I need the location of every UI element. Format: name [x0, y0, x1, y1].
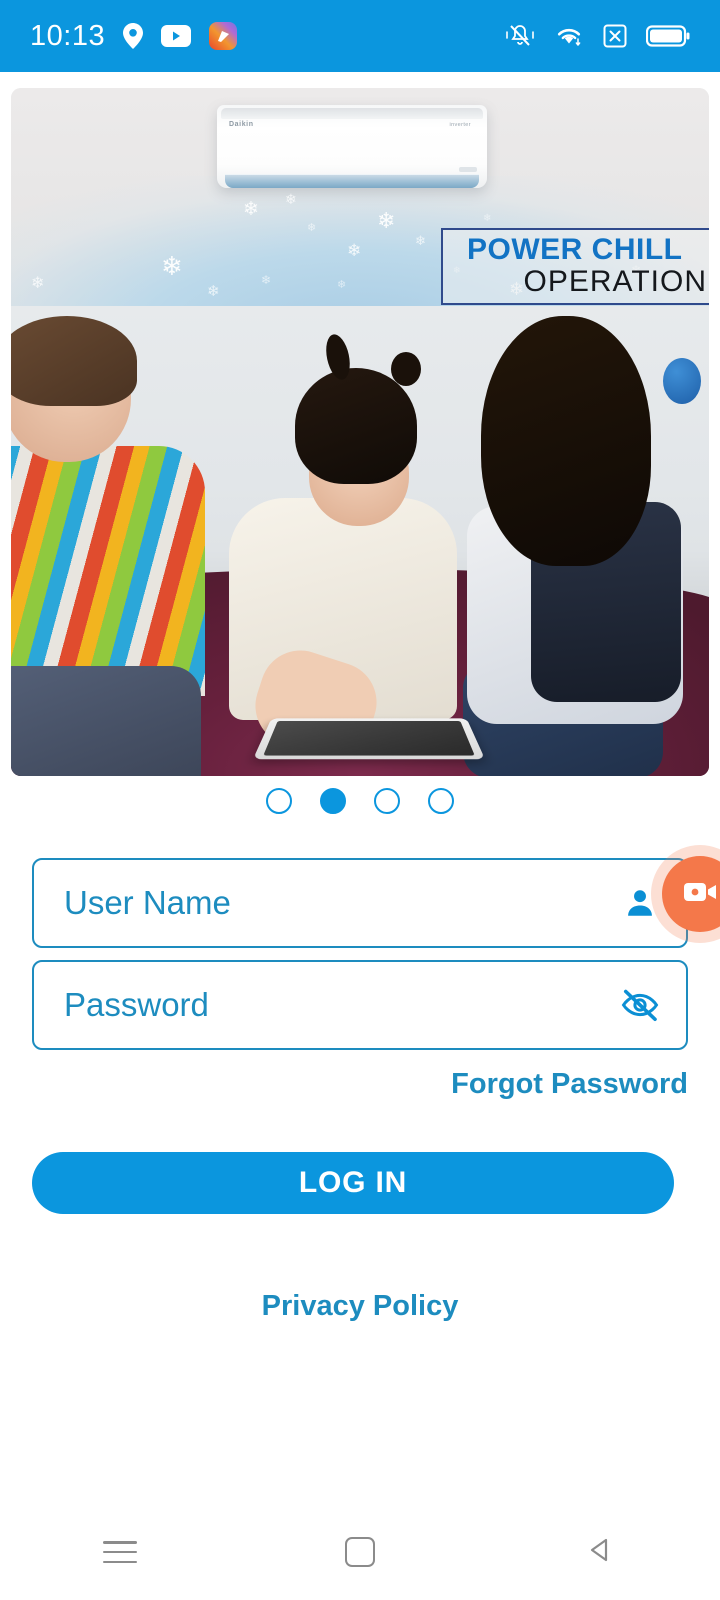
carousel-dot-4[interactable] — [428, 788, 454, 814]
snowflake-icon: ❄ — [377, 208, 396, 233]
login-screen: 10:13 Daikin inverter ❄ ❄ ❄ ❄ ❄ ❄ ❄ ❄ ❄ … — [0, 0, 720, 1600]
vibrate-bell-icon — [505, 23, 535, 49]
power-chill-subline: OPERATION — [523, 265, 707, 299]
android-navigation-bar — [0, 1504, 720, 1600]
battery-icon — [646, 24, 690, 48]
power-chill-callout: POWER CHILL OPERATION — [441, 228, 709, 305]
snowflake-icon: ❄ — [31, 275, 45, 292]
carousel-dot-3[interactable] — [374, 788, 400, 814]
snowflake-icon: ❄ — [307, 222, 317, 234]
location-pin-icon — [123, 23, 144, 49]
snowflake-icon: ❄ — [243, 199, 259, 220]
status-bar: 10:13 — [0, 0, 720, 72]
ac-display-panel — [459, 167, 477, 172]
air-conditioner-unit-image: Daikin inverter — [217, 105, 487, 188]
snowflake-icon: ❄ — [161, 251, 183, 281]
youtube-icon — [161, 25, 192, 47]
back-icon — [584, 1534, 616, 1571]
snowflake-icon: ❄ — [483, 213, 492, 224]
person-icon — [618, 886, 662, 920]
snowflake-icon: ❄ — [415, 233, 426, 248]
tablet-screen — [263, 720, 475, 756]
back-button[interactable] — [480, 1534, 720, 1571]
video-record-icon — [683, 880, 717, 909]
snowflake-icon: ❄ — [337, 279, 347, 291]
snowflake-icon: ❄ — [285, 191, 297, 207]
home-icon — [345, 1537, 375, 1567]
wifi-icon — [554, 24, 584, 48]
inverter-label: inverter — [449, 122, 471, 128]
ac-air-vent — [225, 174, 479, 188]
recents-button[interactable] — [0, 1541, 240, 1563]
child-left-pants — [11, 666, 201, 776]
children-with-tablet-photo — [11, 306, 709, 776]
power-chill-headline: POWER CHILL — [467, 233, 683, 266]
promo-banner-carousel-slide[interactable]: Daikin inverter ❄ ❄ ❄ ❄ ❄ ❄ ❄ ❄ ❄ ❄ ❄ ❄ … — [11, 88, 709, 776]
password-field-wrapper[interactable] — [32, 960, 688, 1050]
eye-off-icon[interactable] — [618, 987, 662, 1023]
recents-icon — [103, 1541, 137, 1563]
no-sim-icon — [603, 24, 627, 48]
carousel-dots — [0, 788, 720, 814]
username-field-wrapper[interactable] — [32, 858, 688, 948]
status-bar-right — [505, 23, 690, 49]
forgot-password-link[interactable]: Forgot Password — [0, 1068, 688, 1101]
tablet-device — [252, 718, 486, 760]
daikin-brand-logo: Daikin — [229, 121, 254, 128]
login-button[interactable]: LOG IN — [32, 1152, 674, 1214]
username-input[interactable] — [64, 884, 618, 922]
snowflake-icon: ❄ — [347, 241, 362, 260]
privacy-policy-link[interactable]: Privacy Policy — [0, 1290, 720, 1323]
child-center-hair — [295, 368, 417, 484]
snowflake-icon: ❄ — [207, 283, 220, 300]
status-bar-clock: 10:13 — [30, 19, 106, 52]
child-right-hair — [481, 316, 651, 566]
app-badge-icon — [209, 22, 238, 50]
banner-ac-scene: Daikin inverter ❄ ❄ ❄ ❄ ❄ ❄ ❄ ❄ ❄ ❄ ❄ ❄ … — [11, 88, 709, 306]
child-left-hair — [11, 316, 137, 406]
carousel-dot-1[interactable] — [266, 788, 292, 814]
home-button[interactable] — [240, 1537, 480, 1567]
carousel-dot-2[interactable] — [320, 788, 346, 814]
status-bar-left: 10:13 — [30, 19, 238, 53]
snowflake-icon: ❄ — [261, 273, 272, 287]
ac-top-grill — [221, 108, 483, 119]
child-center-hair-tuft — [391, 352, 421, 386]
decor-ball — [663, 358, 701, 404]
child-left-figure — [11, 446, 205, 696]
password-input[interactable] — [64, 986, 618, 1024]
